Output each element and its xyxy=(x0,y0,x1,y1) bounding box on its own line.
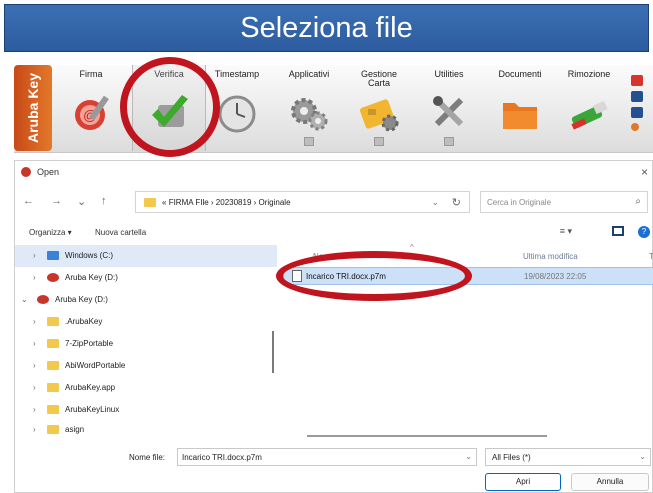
tree-item-folder[interactable]: › ArubaKey.app xyxy=(15,377,277,399)
open-file-dialog: Open × ← → ⌄ ↑ « FIRMA FIle › 20230819 ›… xyxy=(14,160,653,493)
title-banner: Seleziona file xyxy=(4,4,649,52)
screen: Seleziona file Aruba Key Firma @ Verific… xyxy=(0,0,653,493)
cancel-button[interactable]: Annulla xyxy=(571,473,649,491)
recent-locations-chevron-icon[interactable]: ⌄ xyxy=(77,195,86,208)
collapse-caret-icon[interactable]: ⌄ xyxy=(21,295,28,304)
smartcard-gear-icon xyxy=(359,99,399,132)
folder-icon xyxy=(144,198,156,207)
folder-icon xyxy=(47,383,59,392)
expand-caret-icon[interactable]: › xyxy=(33,317,36,326)
folder-icon xyxy=(47,339,59,348)
expand-caret-icon[interactable]: › xyxy=(33,273,36,282)
gears-icon xyxy=(291,98,328,131)
toolbar-utilities-button[interactable]: Utilities xyxy=(416,65,482,151)
usb-drive-icon xyxy=(37,295,49,304)
command-bar: Organizza ▾ Nuova cartella ≡ ▾ ? xyxy=(15,223,652,243)
toolbar-rimozione-button[interactable]: Rimozione xyxy=(558,65,620,151)
organize-menu[interactable]: Organizza ▾ xyxy=(29,228,72,237)
applicativi-dropdown-icon[interactable] xyxy=(304,137,314,146)
drive-icon xyxy=(47,251,59,260)
info-icon[interactable] xyxy=(631,107,643,118)
tree-item-folder[interactable]: › .ArubaKey xyxy=(15,311,277,333)
help-icon[interactable]: ? xyxy=(638,226,650,238)
forward-arrow-icon[interactable]: → xyxy=(51,195,62,207)
up-arrow-icon[interactable]: ↑ xyxy=(101,195,107,207)
address-bar[interactable]: « FIRMA FIle › 20230819 › Originale ⌄ ↻ xyxy=(135,191,470,213)
expand-caret-icon[interactable]: › xyxy=(33,251,36,260)
back-arrow-icon[interactable]: ← xyxy=(23,195,34,207)
column-header-modified[interactable]: Ultima modifica xyxy=(523,252,578,261)
filetype-select[interactable]: All Files (*) ⌄ xyxy=(485,448,651,466)
toolbar-firma-button[interactable]: Firma @ xyxy=(58,65,124,151)
folder-icon xyxy=(503,103,537,129)
verifica-highlight-ring xyxy=(120,57,220,157)
filename-label: Nome file: xyxy=(129,453,166,462)
tree-item-folder[interactable]: › 7-ZipPortable xyxy=(15,333,277,355)
folder-icon xyxy=(47,425,59,434)
column-header-type[interactable]: T xyxy=(649,252,653,261)
arubakey-toolbar: Aruba Key Firma @ Verifica Timestamp App… xyxy=(14,65,653,153)
banner-title: Seleziona file xyxy=(240,11,413,44)
address-history-chevron-icon[interactable]: ⌄ xyxy=(431,197,439,208)
tree-item-windows-c[interactable]: › Windows (C:) xyxy=(15,245,277,267)
navigation-bar: ← → ⌄ ↑ « FIRMA FIle › 20230819 › Origin… xyxy=(15,189,652,215)
file-modified-date: 19/08/2023 22:05 xyxy=(524,272,587,281)
search-icon[interactable]: ⌕ xyxy=(635,196,641,207)
expand-caret-icon[interactable]: › xyxy=(33,361,36,370)
tree-item-folder[interactable]: › ArubaKeyLinux xyxy=(15,399,277,421)
close-window-icon[interactable] xyxy=(631,75,643,86)
usb-drive-icon xyxy=(47,273,59,282)
utilities-dropdown-icon[interactable] xyxy=(444,137,454,146)
toolbar-gestione-carta-button[interactable]: Gestione Carta xyxy=(346,65,412,151)
signature-seal-icon: @ xyxy=(75,95,109,130)
folder-icon xyxy=(47,317,59,326)
filetype-chevron-icon[interactable]: ⌄ xyxy=(639,452,646,461)
dialog-titlebar: Open × xyxy=(15,161,652,185)
filename-history-chevron-icon[interactable]: ⌄ xyxy=(465,452,472,461)
tree-item-folder[interactable]: › AbiWordPortable xyxy=(15,355,277,377)
preview-pane-icon[interactable] xyxy=(612,226,624,236)
minimize-window-icon[interactable] xyxy=(631,91,643,102)
tools-icon xyxy=(433,96,464,127)
tree-item-aruba-key-d-expanded[interactable]: ⌄ Aruba Key (D:) xyxy=(15,289,277,311)
breadcrumb[interactable]: FIRMA FIle › 20230819 › Originale xyxy=(169,198,291,207)
toolbar-applicativi-button[interactable]: Applicativi xyxy=(276,65,342,151)
pane-splitter[interactable] xyxy=(272,331,274,373)
aruba-key-logo: Aruba Key xyxy=(14,65,52,151)
dialog-title: Open xyxy=(37,167,60,177)
dialog-close-icon[interactable]: × xyxy=(641,165,648,179)
open-button[interactable]: Apri xyxy=(485,473,561,491)
view-options-icon[interactable]: ≡ ▾ xyxy=(560,226,572,237)
folder-icon xyxy=(47,405,59,414)
horizontal-scrollbar[interactable] xyxy=(307,435,547,437)
settings-dot-icon[interactable] xyxy=(631,123,639,131)
expand-caret-icon[interactable]: › xyxy=(33,405,36,414)
file-highlight-ring xyxy=(276,251,472,301)
window-controls xyxy=(631,75,645,136)
aruba-key-app-icon xyxy=(21,167,31,177)
new-folder-button[interactable]: Nuova cartella xyxy=(95,228,146,237)
filename-input[interactable]: Incarico TRI.docx.p7m ⌄ xyxy=(177,448,477,466)
usb-key-remove-icon xyxy=(571,100,608,130)
navigation-pane: › Windows (C:) › Aruba Key (D:) ⌄ Aruba … xyxy=(15,245,277,435)
search-input[interactable]: Cerca in Originale ⌕ xyxy=(480,191,648,213)
expand-caret-icon[interactable]: › xyxy=(33,383,36,392)
folder-icon xyxy=(47,361,59,370)
dialog-footer: Nome file: Incarico TRI.docx.p7m ⌄ All F… xyxy=(15,443,652,493)
expand-caret-icon[interactable]: › xyxy=(33,425,36,434)
tree-item-aruba-key-d[interactable]: › Aruba Key (D:) xyxy=(15,267,277,289)
tree-item-folder[interactable]: › asign xyxy=(15,419,277,435)
sort-indicator-icon: ^ xyxy=(410,243,414,252)
toolbar-documenti-button[interactable]: Documenti xyxy=(486,65,554,151)
expand-caret-icon[interactable]: › xyxy=(33,339,36,348)
refresh-icon[interactable]: ↻ xyxy=(452,196,461,209)
gestione-carta-dropdown-icon[interactable] xyxy=(374,137,384,146)
